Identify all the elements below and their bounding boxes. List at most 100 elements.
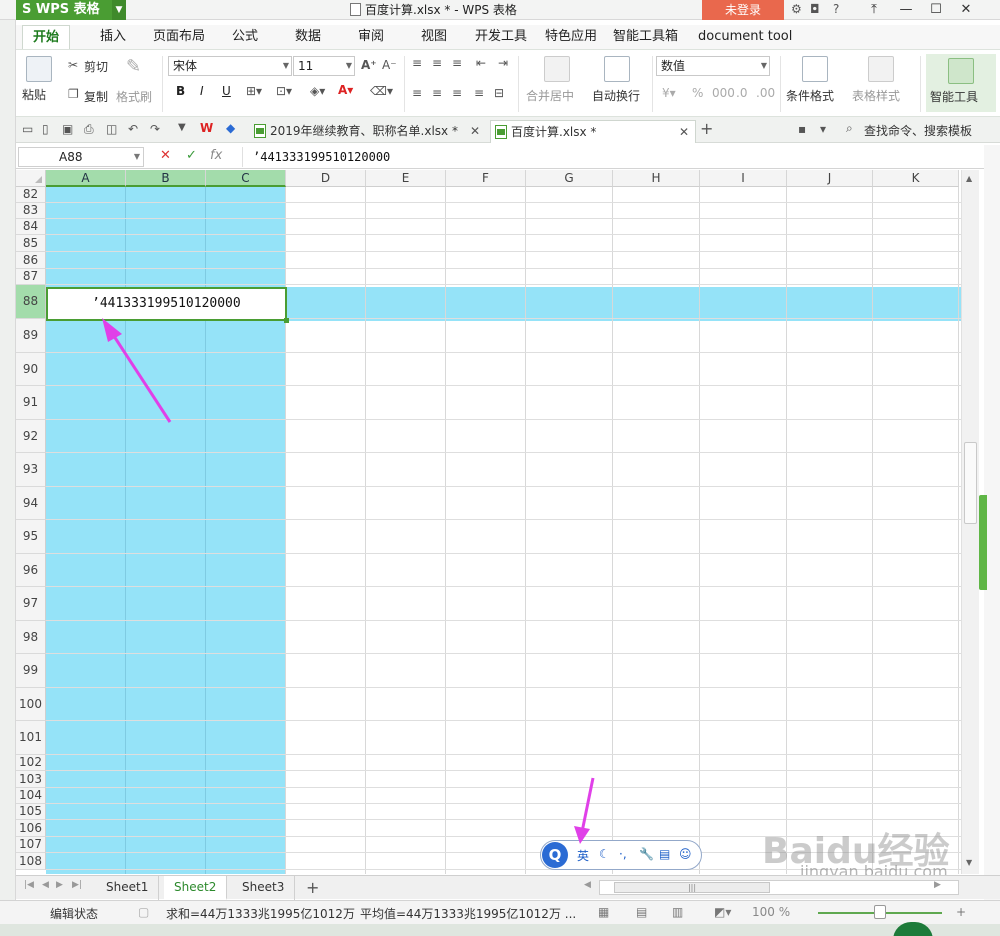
next-sheet-icon[interactable]: ▶ (56, 880, 63, 890)
customize-toolbar-icon[interactable]: ▼ (178, 122, 186, 133)
row-header-105[interactable]: 105 (16, 804, 46, 820)
close-tab-icon[interactable]: ✕ (470, 120, 480, 142)
row-header-91[interactable]: 91 (16, 386, 46, 420)
scroll-thumb[interactable] (964, 442, 977, 524)
distribute-icon[interactable]: ⊟ (494, 86, 504, 100)
column-header-d[interactable]: D (286, 170, 366, 187)
column-header-g[interactable]: G (526, 170, 613, 187)
row-header-89[interactable]: 89 (16, 319, 46, 353)
indent-decrease-icon[interactable]: ⇤ (476, 56, 486, 70)
row-header-104[interactable]: 104 (16, 788, 46, 804)
paste-button[interactable]: 粘贴 (22, 86, 46, 103)
tab-review[interactable]: 审阅 (358, 25, 384, 49)
row-header-98[interactable]: 98 (16, 621, 46, 654)
percent-icon[interactable]: % (692, 86, 703, 100)
row-header-93[interactable]: 93 (16, 453, 46, 487)
login-button[interactable]: 未登录 (702, 0, 784, 20)
wps-cloud-icon[interactable]: W (200, 121, 213, 135)
thousands-icon[interactable]: 000 (712, 86, 735, 100)
help-icon[interactable]: ? (833, 2, 839, 16)
column-header-c[interactable]: C (206, 170, 286, 187)
cube-icon[interactable]: ◆ (226, 121, 235, 135)
sheet-tab-sheet3[interactable]: Sheet3 (232, 876, 296, 900)
conditional-format-icon[interactable] (802, 56, 828, 82)
vertical-scrollbar[interactable]: ▲ ▼ (961, 170, 979, 874)
ime-language-toggle[interactable]: 英 (577, 847, 589, 864)
tab-page-layout[interactable]: 页面布局 (153, 25, 205, 49)
row-header-102[interactable]: 102 (16, 755, 46, 771)
new-tab-plus-icon[interactable]: + (700, 119, 713, 138)
row-header-82[interactable]: 82 (16, 187, 46, 203)
row-header-106[interactable]: 106 (16, 820, 46, 837)
row-header-97[interactable]: 97 (16, 587, 46, 621)
column-header-h[interactable]: H (613, 170, 700, 187)
settings-icon[interactable]: ⚙ (791, 2, 802, 16)
ime-toolbar[interactable]: Q 英 ☾ ·, 🔧 ▤ ☺ (540, 840, 702, 870)
row-header-101[interactable]: 101 (16, 721, 46, 755)
tab-insert[interactable]: 插入 (100, 25, 126, 49)
minimize-doc-icon[interactable]: ▾ (820, 122, 826, 136)
column-header-f[interactable]: F (446, 170, 526, 187)
column-header-i[interactable]: I (700, 170, 787, 187)
punctuation-icon[interactable]: ·, (619, 847, 627, 861)
search-icon[interactable]: ⌕ (846, 121, 853, 136)
row-header-84[interactable]: 84 (16, 219, 46, 235)
brush-icon[interactable]: ✎ (126, 56, 141, 77)
conditional-format-button[interactable]: 条件格式 (786, 87, 834, 104)
row-header-92[interactable]: 92 (16, 420, 46, 453)
minimize-button[interactable]: — (892, 0, 920, 20)
tab-developer[interactable]: 开发工具 (475, 25, 527, 49)
column-header-j[interactable]: J (787, 170, 873, 187)
column-header-a[interactable]: A (46, 170, 126, 187)
wrap-text-button[interactable]: 自动换行 (592, 87, 640, 104)
tab-document-tool[interactable]: document tool (698, 25, 792, 49)
insert-function-icon[interactable]: fx (210, 148, 222, 163)
zoom-slider-knob[interactable] (874, 905, 886, 919)
side-panel-toggle[interactable] (979, 495, 987, 590)
font-name-select[interactable]: 宋体 ▼ (168, 56, 292, 76)
clear-format-icon[interactable]: ⌫▾ (370, 84, 393, 98)
page-layout-view-icon[interactable]: ▤ (636, 905, 647, 919)
clipboard-icon[interactable]: ▤ (659, 847, 670, 861)
search-commands-input[interactable]: 查找命令、搜索模板 (864, 122, 972, 139)
fill-color-icon[interactable]: ◈▾ (310, 84, 325, 98)
font-color-icon[interactable]: A▾ (338, 83, 353, 97)
tab-smart-toolbox[interactable]: 智能工具箱 (613, 25, 678, 49)
align-center-icon[interactable]: ≡ (432, 86, 442, 100)
row-header-88[interactable]: 88 (16, 285, 46, 319)
row-header-95[interactable]: 95 (16, 520, 46, 554)
chevron-down-icon[interactable]: ▼ (112, 0, 126, 20)
row-header-86[interactable]: 86 (16, 252, 46, 269)
scroll-left-icon[interactable]: ◀ (584, 880, 591, 890)
justify-icon[interactable]: ≡ (474, 86, 484, 100)
wrap-text-icon[interactable] (604, 56, 630, 82)
tab-start[interactable]: 开始 (22, 25, 71, 49)
horizontal-scrollbar[interactable]: ||| (599, 880, 959, 895)
column-header-b[interactable]: B (126, 170, 206, 187)
doc-tab-1[interactable]: 2019年继续教育、职称名单.xlsx * ✕ (250, 120, 486, 143)
add-sheet-plus-icon[interactable]: + (306, 878, 319, 897)
sheet-tab-sheet1[interactable]: Sheet1 (96, 876, 160, 900)
open-folder-icon[interactable]: ▭ (22, 122, 33, 136)
scroll-right-icon[interactable]: ▶ (934, 880, 941, 890)
name-box[interactable]: A88 ▼ (18, 147, 144, 167)
doc-tab-2[interactable]: 百度计算.xlsx * ✕ (490, 120, 696, 143)
underline-icon[interactable]: U (222, 84, 231, 98)
row-header-85[interactable]: 85 (16, 235, 46, 252)
undo-icon[interactable]: ↶ (128, 122, 138, 136)
spreadsheet-grid[interactable]: ’441333199510120000 ABCDEFGHIJK 82 83 84 85… (16, 170, 961, 874)
row-header-103[interactable]: 103 (16, 771, 46, 788)
merge-border-icon[interactable]: ⊡▾ (276, 84, 292, 98)
column-header-k[interactable]: K (873, 170, 959, 187)
skin-icon[interactable]: ◘ (810, 2, 820, 16)
row-header-100[interactable]: 100 (16, 688, 46, 721)
format-painter-button[interactable]: 格式刷 (116, 88, 152, 105)
currency-icon[interactable]: ¥▾ (662, 86, 676, 100)
zoom-level[interactable]: 100 % (752, 905, 790, 919)
h-scroll-thumb[interactable]: ||| (614, 882, 770, 893)
ime-logo-icon[interactable]: Q (542, 842, 568, 868)
row-header-87[interactable]: 87 (16, 269, 46, 285)
prev-sheet-icon[interactable]: ◀ (42, 880, 49, 890)
reading-mode-icon[interactable]: ◩▾ (714, 905, 731, 919)
zoom-in-icon[interactable]: + (956, 905, 966, 919)
